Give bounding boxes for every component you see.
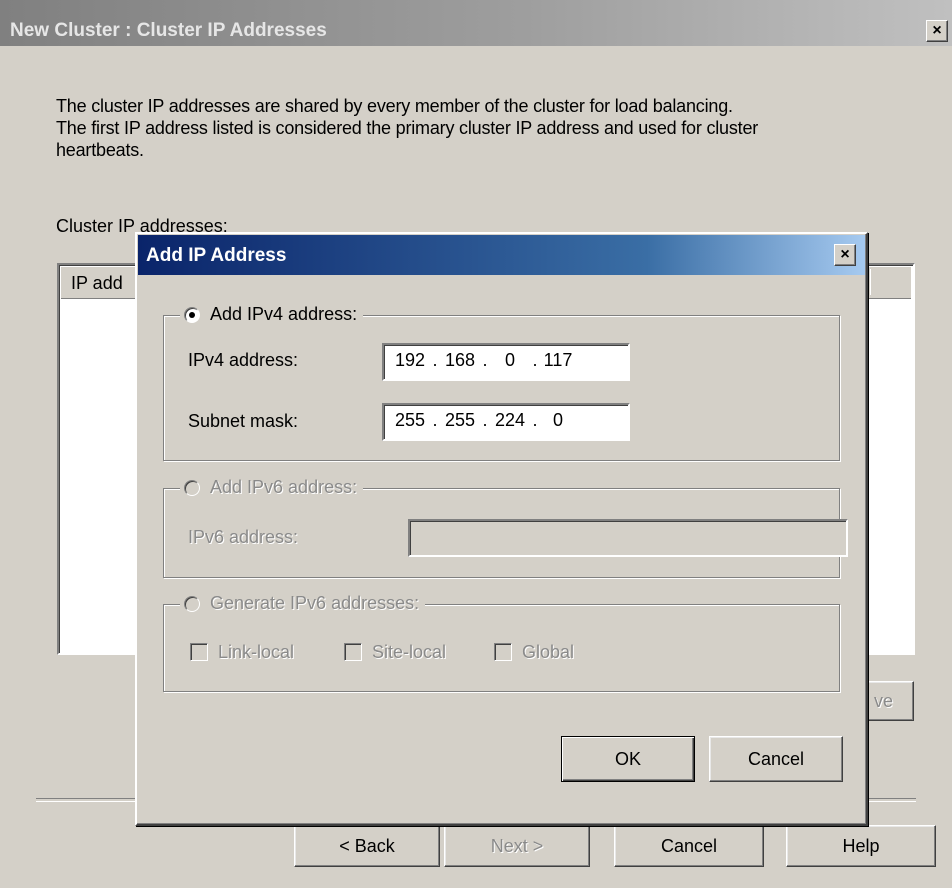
ipv4-address-label: IPv4 address:: [188, 350, 299, 370]
next-button-label: Next >: [490, 835, 544, 856]
add-ip-address-dialog: Add IP Address × Add IPv4 address: IPv4 …: [135, 232, 868, 826]
dialog-title-bar[interactable]: Add IP Address ×: [138, 235, 865, 275]
link-local-label: Link-local: [218, 642, 295, 662]
description-line-1: The cluster IP addresses are shared by e…: [56, 96, 733, 116]
ipv4-octet-3: 0: [504, 350, 515, 370]
ipv4-group: Add IPv4 address: IPv4 address: 192 . 16…: [163, 304, 840, 461]
ipv6-radio-button[interactable]: [184, 479, 200, 496]
subnet-mask-label: Subnet mask:: [188, 411, 299, 431]
ipv6-radio-label: Add IPv6 address:: [210, 477, 358, 497]
back-button[interactable]: < Back: [294, 825, 440, 867]
octet-separator: .: [482, 410, 488, 430]
ok-button-label: OK: [614, 748, 641, 769]
outer-window-title: New Cluster : Cluster IP Addresses: [10, 20, 327, 41]
ipv6-group: Add IPv6 address: IPv6 address:: [163, 477, 848, 578]
close-icon: ×: [840, 246, 850, 263]
next-button[interactable]: Next >: [444, 825, 590, 867]
outer-close-button[interactable]: ×: [926, 20, 948, 42]
wizard-cancel-button[interactable]: Cancel: [614, 825, 764, 867]
ip-address-column-header: IP add: [71, 273, 123, 293]
generate-ipv6-radio-button[interactable]: [184, 595, 200, 612]
description-line-3: heartbeats.: [56, 140, 144, 160]
ipv6-radio-option[interactable]: Add IPv6 address:: [180, 477, 364, 498]
subnet-mask-input[interactable]: 255 . 255 . 224 . 0: [382, 403, 630, 441]
help-button-label: Help: [842, 835, 880, 856]
octet-separator: .: [532, 410, 538, 430]
generate-ipv6-radio-label: Generate IPv6 addresses:: [210, 593, 420, 613]
help-button[interactable]: Help: [786, 825, 936, 867]
ipv4-radio-button[interactable]: [184, 306, 200, 323]
ipv6-address-input[interactable]: [408, 519, 848, 557]
ipv4-octet-4: 117: [543, 350, 573, 370]
subnet-octet-4: 0: [552, 410, 563, 430]
dialog-close-button[interactable]: ×: [834, 244, 856, 266]
close-icon: ×: [932, 22, 942, 39]
subnet-octet-3: 224: [494, 410, 526, 430]
ipv4-octet-1: 192: [394, 350, 426, 370]
dialog-title: Add IP Address: [146, 245, 287, 266]
remove-button-label: ve: [873, 690, 893, 711]
octet-separator: .: [532, 350, 538, 370]
generate-ipv6-radio-option[interactable]: Generate IPv6 addresses:: [180, 593, 426, 614]
wizard-cancel-label: Cancel: [660, 835, 718, 856]
link-local-checkbox[interactable]: [190, 643, 208, 661]
global-checkbox[interactable]: [494, 643, 512, 661]
octet-separator: .: [432, 410, 438, 430]
ipv6-address-label: IPv6 address:: [188, 527, 299, 547]
ipv4-radio-label: Add IPv4 address:: [210, 304, 358, 324]
site-local-label: Site-local: [372, 642, 447, 662]
ipv4-radio-option[interactable]: Add IPv4 address:: [180, 304, 364, 325]
back-button-label: < Back: [339, 835, 395, 856]
ok-button[interactable]: OK: [561, 736, 695, 782]
outer-title-bar[interactable]: New Cluster : Cluster IP Addresses: [0, 0, 952, 46]
ipv4-octet-2: 168: [444, 350, 476, 370]
dialog-cancel-button[interactable]: Cancel: [709, 736, 843, 782]
cluster-description: The cluster IP addresses are shared by e…: [56, 95, 926, 161]
octet-separator: .: [432, 350, 438, 370]
dialog-cancel-label: Cancel: [747, 748, 805, 769]
subnet-octet-1: 255: [394, 410, 426, 430]
description-line-2: The first IP address listed is considere…: [56, 118, 759, 138]
radio-selected-dot: [189, 311, 195, 318]
global-label: Global: [522, 642, 575, 662]
subnet-octet-2: 255: [444, 410, 476, 430]
octet-separator: .: [482, 350, 488, 370]
ipv4-address-input[interactable]: 192 . 168 . 0 . 117: [382, 343, 630, 381]
site-local-checkbox[interactable]: [344, 643, 362, 661]
generate-ipv6-group: Generate IPv6 addresses: Link-local Site…: [163, 593, 840, 692]
